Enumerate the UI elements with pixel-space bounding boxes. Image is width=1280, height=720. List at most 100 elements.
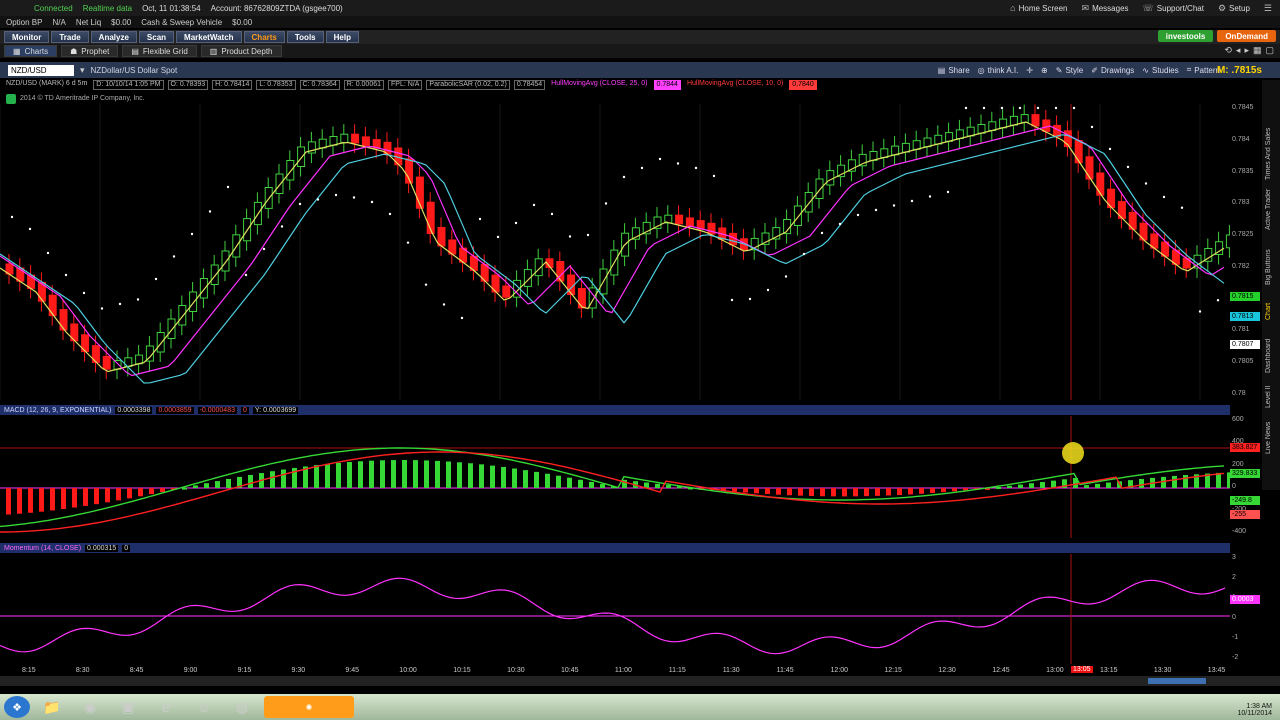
chat-icon[interactable]: ☺ — [188, 696, 220, 718]
psar-dot — [118, 302, 122, 306]
rail-times-and-sales[interactable]: Times And Sales — [1265, 120, 1277, 180]
psar-dot — [334, 193, 338, 197]
macd-histogram-bar — [369, 460, 374, 488]
candle — [48, 294, 57, 317]
ondemand-button[interactable]: OnDemand — [1217, 30, 1276, 42]
rail-level-ii[interactable]: Level II — [1265, 378, 1277, 408]
share-button[interactable]: ▤ Share — [938, 66, 970, 75]
symbol-input[interactable]: NZD/USD — [8, 64, 74, 76]
maximize-icon[interactable]: ▢ — [1265, 45, 1274, 56]
chart-legend: NZD/USD (MARK) 6 d 5m D: 10/10/14 1:05 P… — [4, 80, 817, 90]
window-menu-icon[interactable]: ☰ — [1264, 3, 1272, 14]
menu-tools[interactable]: Tools — [286, 31, 324, 43]
messages-link[interactable]: ✉ Messages — [1082, 3, 1129, 14]
subtab-prophet-label: Prophet — [81, 46, 110, 56]
studies-button[interactable]: ∿ Studies — [1142, 66, 1178, 75]
macd-histogram-bar — [226, 478, 231, 488]
setup-label: Setup — [1229, 3, 1250, 13]
thinkit-button[interactable]: ◎ think A.I. — [978, 66, 1019, 75]
chart-scroll-thumb[interactable] — [1148, 678, 1206, 684]
firefox-icon[interactable]: ◍ — [226, 696, 258, 718]
macd-histogram-bar — [435, 460, 440, 488]
psar-dot — [28, 227, 32, 231]
macd-tag-green2: -249.8 — [1230, 496, 1260, 505]
account-label[interactable]: Account: 86762809ZTDA (gsgee700) — [211, 4, 343, 13]
rail-live-news[interactable]: Live News — [1265, 414, 1277, 454]
cursor-highlight — [1062, 442, 1084, 464]
support-link[interactable]: ☏ Support/Chat — [1143, 3, 1204, 14]
psar-dot — [1180, 206, 1184, 209]
psar-dot — [1162, 195, 1166, 199]
psar-dot — [370, 200, 374, 204]
momentum-header[interactable]: Momentum (14, CLOSE) 0.000315 0 — [0, 543, 1230, 553]
pattern-button[interactable]: ⌗ Pattern — [1187, 65, 1220, 75]
dropdown-icon[interactable]: ▾ — [80, 65, 85, 76]
menu-monitor[interactable]: Monitor — [4, 31, 50, 43]
menu-marketwatch[interactable]: MarketWatch — [176, 31, 242, 43]
terminal-icon[interactable]: ▣ — [112, 696, 144, 718]
macd-histogram-bar — [105, 488, 110, 503]
windows-taskbar: ❖ 📁 ◉ ▣ ℯ ☺ ◍ ✺ — [0, 694, 1280, 720]
legend-psar[interactable]: ParabolicSAR (0.02, 0.2) — [426, 80, 510, 90]
style-button[interactable]: ✎ Style — [1056, 66, 1084, 75]
subtab-product-depth[interactable]: ▥ Product Depth — [200, 45, 282, 57]
menu-charts[interactable]: Charts — [243, 31, 285, 43]
arrow-left-icon[interactable]: ◂ — [1236, 45, 1241, 56]
chrome-icon[interactable]: ◉ — [74, 696, 106, 718]
macd-histogram-bar — [831, 488, 836, 497]
thinkorswim-taskbar-icon[interactable]: ✺ — [264, 696, 354, 718]
rail-chart[interactable]: Chart — [1265, 290, 1277, 320]
layout-tools: ⟲ ◂ ▸ ▦ ▢ — [1224, 45, 1274, 56]
menu-scan[interactable]: Scan — [138, 31, 175, 43]
psar-dot — [676, 162, 680, 165]
price-axis-tick: 0.7845 — [1232, 104, 1254, 111]
clock-time: 1:38 AM — [1246, 703, 1272, 710]
crosshair-icon[interactable]: ✛ — [1026, 66, 1033, 75]
macd-histogram-bar — [94, 488, 99, 505]
menu-help[interactable]: Help — [325, 31, 359, 43]
macd-header[interactable]: MACD (12, 26, 9, EXPONENTIAL) 0.0003398 … — [0, 405, 1230, 415]
subtab-flexible-grid[interactable]: ▤ Flexible Grid — [122, 45, 197, 57]
psar-dot — [838, 222, 842, 226]
link-icon[interactable]: ⟲ — [1224, 45, 1232, 56]
legend-hull10[interactable]: HullMovingAvg (CLOSE, 10, 0) — [685, 80, 785, 90]
chart-scrollbar[interactable] — [0, 676, 1280, 686]
rail-big-buttons[interactable]: Big Buttons — [1265, 240, 1277, 285]
momentum-chart[interactable] — [0, 554, 1230, 664]
psar-dot — [820, 231, 824, 235]
macd-histogram-bar — [578, 479, 583, 488]
menu-trade[interactable]: Trade — [51, 31, 89, 43]
net-liq-value: $0.00 — [111, 17, 132, 27]
drawings-button[interactable]: ✐ Drawings — [1091, 66, 1134, 75]
psar-dot — [352, 196, 356, 199]
candle — [178, 305, 187, 326]
pencil-icon: ✐ — [1091, 65, 1098, 75]
ie-icon[interactable]: ℯ — [150, 696, 182, 718]
folder-icon[interactable]: 📁 — [36, 696, 68, 718]
macd-histogram-bar — [875, 488, 880, 496]
arrow-right-icon[interactable]: ▸ — [1244, 45, 1249, 56]
zoom-icon[interactable]: ⊕ — [1041, 66, 1048, 75]
subtab-prophet[interactable]: ☗ Prophet — [61, 45, 119, 57]
psar-dot — [262, 247, 266, 251]
grid-icon: ▤ — [131, 46, 139, 56]
investools-button[interactable]: investools — [1157, 30, 1214, 42]
menu-analyze[interactable]: Analyze — [90, 31, 137, 43]
home-screen-link[interactable]: ⌂ Home Screen — [1010, 3, 1067, 13]
legend-hull25[interactable]: HullMovingAvg (CLOSE, 25, 0) — [549, 80, 649, 90]
rail-active-trader[interactable]: Active Trader — [1265, 180, 1277, 230]
macd-axis-tick: -400 — [1232, 528, 1247, 535]
price-chart[interactable] — [0, 104, 1230, 400]
macd-chart[interactable] — [0, 416, 1230, 538]
subtab-charts[interactable]: ▦ Charts — [4, 45, 58, 57]
windows-start-icon[interactable]: ❖ — [4, 696, 30, 718]
psar-dot — [136, 298, 140, 301]
psar-dot — [460, 316, 464, 320]
setup-link[interactable]: ⚙ Setup — [1218, 3, 1250, 14]
candle — [577, 288, 586, 309]
legend-hull10-value: 0.7840 — [789, 80, 817, 90]
grid-layout-icon[interactable]: ▦ — [1253, 45, 1262, 56]
macd-histogram-bar — [963, 488, 968, 491]
rail-dashboard[interactable]: Dashboard — [1265, 328, 1277, 373]
candle — [351, 133, 360, 144]
